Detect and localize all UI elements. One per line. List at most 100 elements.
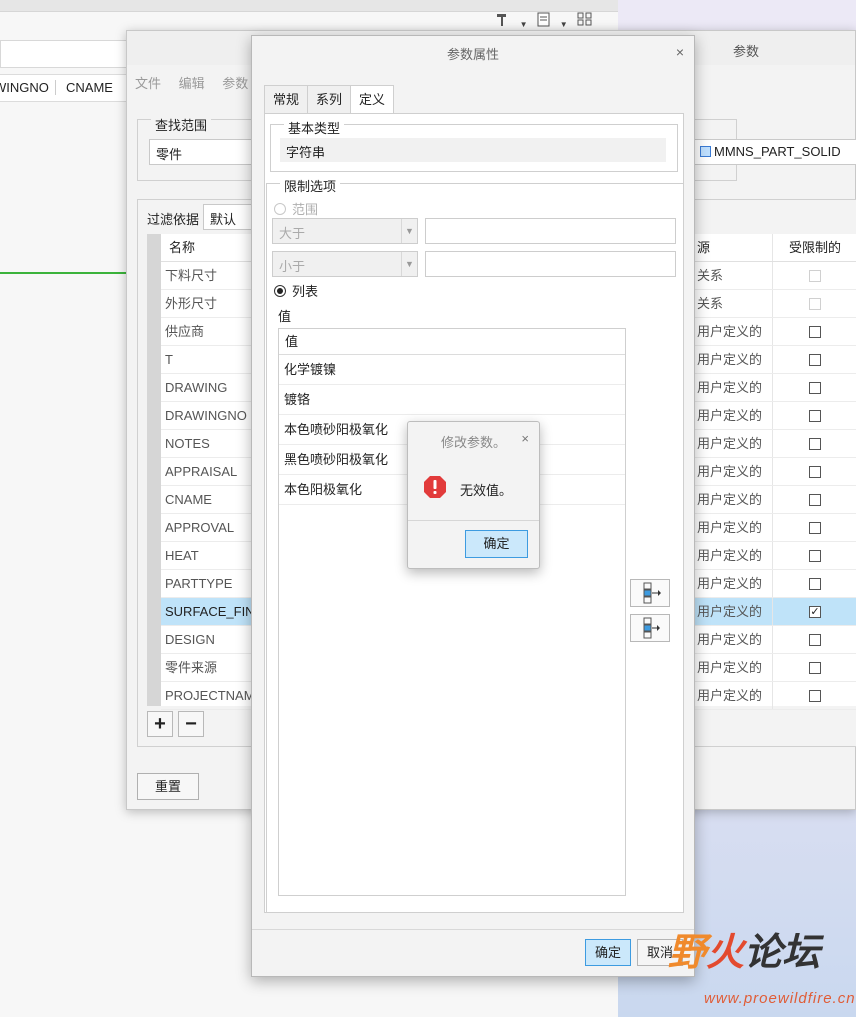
checkbox-icon[interactable]	[809, 353, 821, 366]
watermark-url: www.proewildfire.cn	[704, 990, 856, 1007]
grid-icon[interactable]	[577, 12, 593, 30]
table-row[interactable]: 用户定义的	[693, 682, 856, 710]
checkbox-icon[interactable]	[809, 381, 821, 394]
column-header-source[interactable]: 源	[693, 234, 773, 261]
insert-value-button[interactable]	[630, 579, 670, 607]
chevron-down-icon[interactable]: ▼	[560, 20, 568, 29]
list-radio[interactable]: 列表	[274, 281, 318, 300]
checkbox-checked-icon[interactable]: ✓	[809, 605, 821, 618]
add-parameter-button[interactable]: +	[147, 711, 173, 737]
checkbox-icon[interactable]	[809, 521, 821, 534]
checkbox-icon[interactable]	[809, 409, 821, 422]
tab-definition[interactable]: 定义	[350, 85, 395, 114]
table-row[interactable]: 用户定义的	[693, 570, 856, 598]
value-list-header: 值	[279, 329, 625, 355]
lookup-legend: 查找范围	[151, 115, 212, 134]
menu-parameters[interactable]: 参数	[222, 76, 248, 91]
table-row[interactable]: CNAME	[161, 486, 257, 514]
remove-value-button[interactable]	[630, 614, 670, 642]
limit-options-legend: 限制选项	[280, 176, 341, 195]
checkbox-icon[interactable]	[809, 661, 821, 674]
table-row[interactable]: DRAWING	[161, 374, 257, 402]
column-header-name[interactable]: 名称	[161, 234, 257, 262]
value-label: 值	[278, 309, 292, 324]
less-than-input[interactable]	[425, 251, 676, 277]
table-row[interactable]: HEAT	[161, 542, 257, 570]
remove-parameter-button[interactable]: −	[178, 711, 204, 737]
document-icon[interactable]	[537, 12, 554, 30]
error-icon	[424, 476, 446, 498]
menu-file[interactable]: 文件	[135, 76, 161, 91]
checkbox-icon[interactable]	[809, 633, 821, 646]
tab-general[interactable]: 常规	[264, 85, 309, 113]
parameter-table-names: 名称 下料尺寸 外形尺寸 供应商 T DRAWING DRAWINGNO NOTES APPR…	[147, 234, 257, 710]
checkbox-icon[interactable]	[809, 465, 821, 478]
menu-edit[interactable]: 编辑	[179, 76, 205, 91]
table-row[interactable]: NOTES	[161, 430, 257, 458]
checkbox-icon[interactable]	[809, 437, 821, 450]
checkbox-icon[interactable]	[809, 325, 821, 338]
list-item[interactable]: 镀铬	[279, 385, 625, 415]
table-row[interactable]: APPRAISAL	[161, 458, 257, 486]
table-row[interactable]: 供应商	[161, 318, 257, 346]
table-row[interactable]: APPROVAL	[161, 514, 257, 542]
table-row[interactable]: 关系	[693, 262, 856, 290]
less-than-dropdown[interactable]: 小于 ▼	[272, 251, 418, 277]
table-row[interactable]: 外形尺寸	[161, 290, 257, 318]
radio-unselected-icon[interactable]	[274, 202, 286, 215]
table-row[interactable]: 用户定义的	[693, 374, 856, 402]
table-row[interactable]: 用户定义的	[693, 486, 856, 514]
table-row[interactable]: 用户定义的	[693, 514, 856, 542]
radio-selected-icon[interactable]	[274, 284, 286, 297]
checkbox-icon[interactable]	[809, 577, 821, 590]
reset-button[interactable]: 重置	[137, 773, 199, 800]
value-list[interactable]: 值 化学镀镍 镀铬 本色喷砂阳极氧化 黑色喷砂阳极氧化 本色阳极氧化	[278, 328, 626, 896]
range-radio[interactable]: 范围	[274, 199, 318, 218]
lookup-select[interactable]: 零件	[149, 139, 259, 165]
table-row[interactable]: PROJECTNAME	[161, 682, 257, 710]
insert-row-icon	[643, 582, 661, 604]
table-row[interactable]: DRAWINGNO	[161, 402, 257, 430]
hammer-icon[interactable]	[496, 14, 514, 30]
restricted-cell	[773, 346, 856, 373]
table-row[interactable]: 用户定义的	[693, 318, 856, 346]
filter-label: 过滤依据	[147, 212, 200, 227]
table-row[interactable]: 用户定义的	[693, 626, 856, 654]
tab-family[interactable]: 系列	[307, 85, 352, 113]
background-column-cname[interactable]: CNAME	[66, 80, 113, 95]
greater-than-input[interactable]	[425, 218, 676, 244]
close-icon[interactable]: ×	[521, 431, 529, 446]
ok-button[interactable]: 确定	[585, 939, 631, 966]
table-row[interactable]: 下料尺寸	[161, 262, 257, 290]
background-column-wingno[interactable]: WINGNO	[0, 80, 56, 95]
table-row[interactable]: 零件来源	[161, 654, 257, 682]
table-row[interactable]: SURFACE_FINISH	[161, 598, 257, 626]
footer-separator	[252, 929, 694, 930]
table-row[interactable]: DESIGN	[161, 626, 257, 654]
message-ok-button[interactable]: 确定	[465, 530, 528, 558]
checkbox-icon[interactable]	[809, 689, 821, 702]
table-row[interactable]: 用户定义的	[693, 346, 856, 374]
column-header-restricted[interactable]: 受限制的	[773, 234, 856, 261]
table-row[interactable]: 用户定义的	[693, 654, 856, 682]
table-row[interactable]: 用户定义的 ✓	[693, 598, 856, 626]
table-row[interactable]: 用户定义的	[693, 430, 856, 458]
table-row[interactable]: 用户定义的	[693, 458, 856, 486]
table-row[interactable]: 用户定义的	[693, 402, 856, 430]
list-item[interactable]: 化学镀镍	[279, 355, 625, 385]
basic-type-legend: 基本类型	[284, 118, 345, 137]
message-separator	[408, 520, 539, 521]
chevron-down-icon[interactable]: ▼	[520, 20, 528, 29]
table-row[interactable]: T	[161, 346, 257, 374]
close-icon[interactable]: ×	[676, 44, 684, 60]
part-field[interactable]: MMNS_PART_SOLID	[693, 139, 856, 165]
checkbox-icon[interactable]	[809, 493, 821, 506]
greater-than-dropdown[interactable]: 大于 ▼	[272, 218, 418, 244]
source-cell: 用户定义的	[693, 598, 773, 625]
background-input[interactable]	[0, 40, 128, 68]
table-row[interactable]: 关系	[693, 290, 856, 318]
table-row[interactable]: PARTTYPE	[161, 570, 257, 598]
restricted-cell	[773, 682, 856, 709]
checkbox-icon[interactable]	[809, 549, 821, 562]
table-row[interactable]: 用户定义的	[693, 542, 856, 570]
